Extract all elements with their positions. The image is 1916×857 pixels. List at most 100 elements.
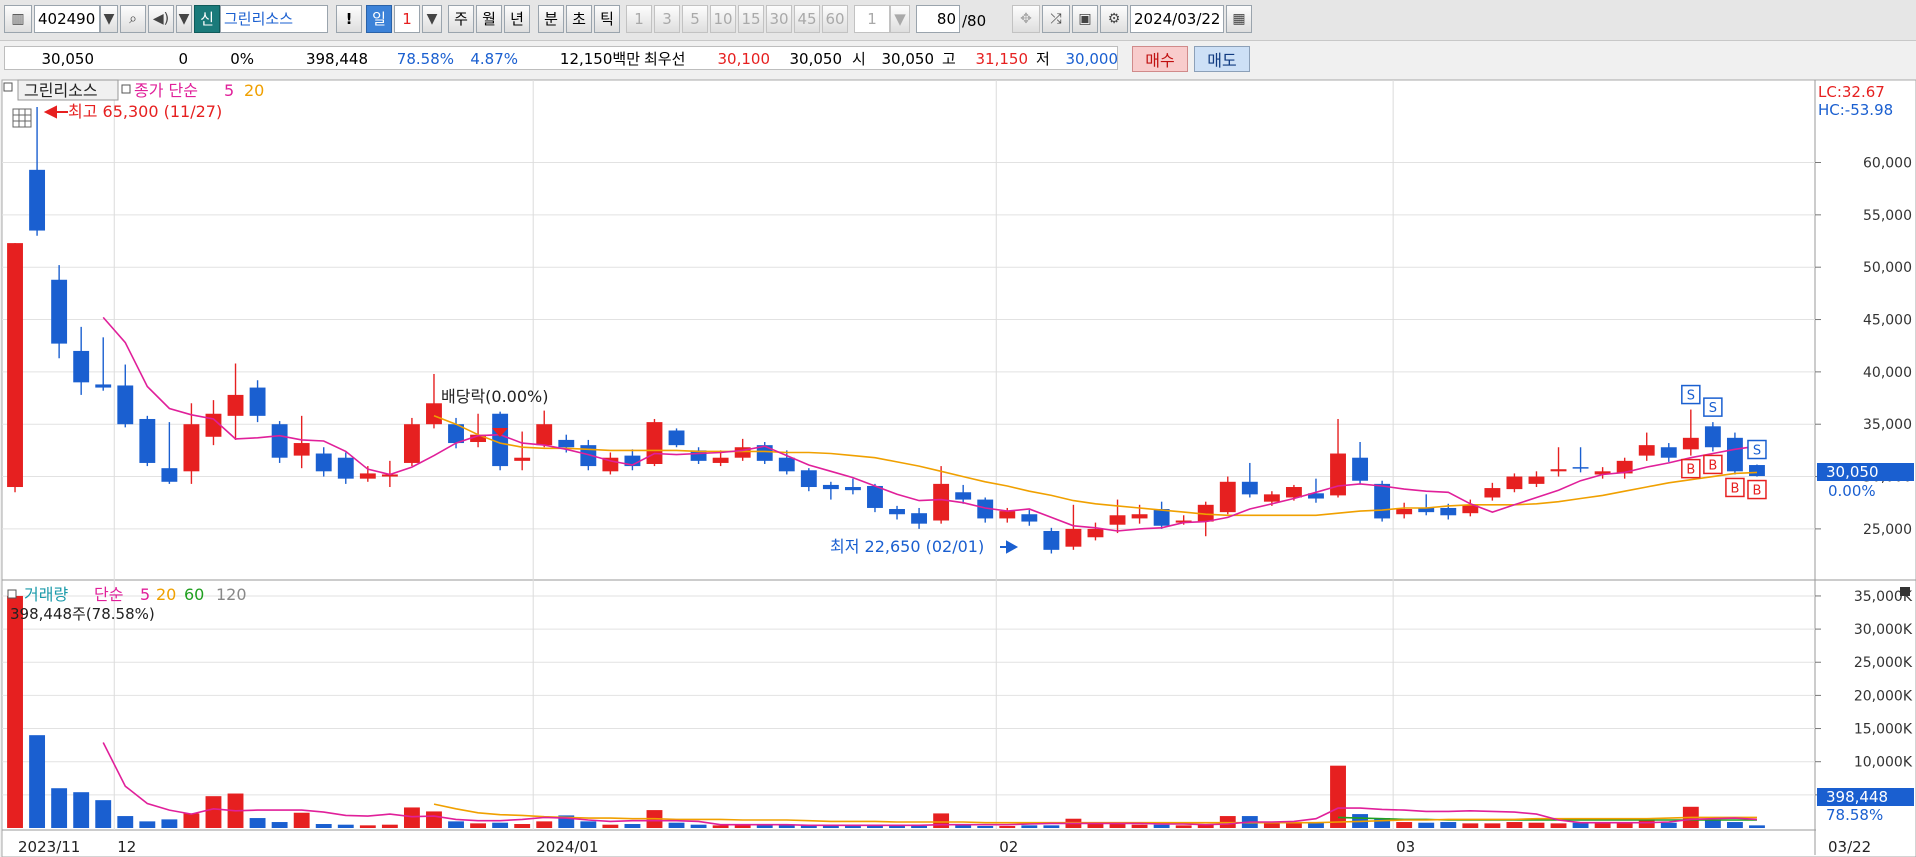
layout-icon[interactable]: ▥	[4, 5, 32, 33]
stock-code-input[interactable]: 402490	[34, 5, 100, 33]
candle[interactable]	[668, 430, 685, 446]
candle[interactable]	[249, 387, 266, 416]
stock-chart[interactable]: 25,00030,00035,00040,00045,00050,00055,0…	[0, 78, 1916, 857]
candle[interactable]	[1241, 481, 1258, 495]
period-month-button[interactable]: 월	[476, 5, 502, 33]
candle[interactable]	[933, 483, 950, 521]
candle[interactable]	[1285, 487, 1302, 498]
candle[interactable]	[1374, 483, 1391, 519]
candle[interactable]	[889, 509, 905, 515]
candle[interactable]	[800, 470, 817, 488]
candle[interactable]	[1263, 494, 1280, 502]
candle[interactable]	[117, 385, 134, 425]
period-value-input[interactable]: 1	[394, 5, 420, 33]
candle[interactable]	[293, 443, 310, 456]
candle[interactable]	[1550, 469, 1567, 472]
sell-button[interactable]: 매도	[1194, 46, 1250, 72]
candle[interactable]	[1682, 437, 1699, 450]
candle[interactable]	[403, 424, 420, 463]
period-tick-button[interactable]: 틱	[594, 5, 620, 33]
warning-button[interactable]: !	[336, 5, 362, 33]
gear-icon[interactable]: ⚙	[1100, 5, 1128, 33]
calendar-icon[interactable]: ▦	[1226, 5, 1252, 33]
candle[interactable]	[778, 457, 795, 472]
interval-button[interactable]: 15	[738, 5, 764, 33]
table-icon[interactable]	[12, 108, 32, 128]
interval-button[interactable]: 1	[626, 5, 652, 33]
candle[interactable]	[1021, 514, 1038, 522]
candle[interactable]	[359, 473, 376, 479]
interval-button[interactable]: 3	[654, 5, 680, 33]
candle[interactable]	[536, 424, 553, 446]
candle[interactable]	[1572, 467, 1589, 469]
candle[interactable]	[1131, 514, 1148, 519]
candle[interactable]	[1087, 528, 1104, 538]
candle[interactable]	[867, 485, 883, 508]
chevron-down-icon[interactable]: ▼	[100, 5, 118, 33]
candle[interactable]	[7, 243, 23, 488]
speaker-icon[interactable]: ◀)	[148, 5, 174, 33]
candle[interactable]	[911, 513, 928, 524]
volume-toggle-icon[interactable]	[7, 589, 17, 599]
candle[interactable]	[1660, 447, 1677, 458]
candle[interactable]	[1484, 488, 1501, 498]
candle[interactable]	[1065, 528, 1082, 547]
candle[interactable]	[161, 468, 178, 482]
candle[interactable]	[51, 279, 68, 344]
search-icon[interactable]: ⌕	[120, 5, 146, 33]
trend-tool-icon[interactable]: ⤮	[1042, 5, 1070, 33]
candle[interactable]	[1440, 507, 1457, 516]
candle[interactable]	[514, 457, 531, 461]
period-day-button[interactable]: 일	[366, 5, 392, 33]
candle[interactable]	[1043, 530, 1060, 550]
candle[interactable]	[227, 394, 244, 416]
candle[interactable]	[426, 403, 442, 425]
count-input[interactable]: 80	[916, 5, 960, 33]
crosshair-icon[interactable]: ✥	[1012, 5, 1040, 33]
candle[interactable]	[1749, 465, 1765, 477]
chevron-down-icon[interactable]: ▼	[422, 5, 442, 33]
interval-button[interactable]: 60	[822, 5, 848, 33]
buy-button[interactable]: 매수	[1132, 46, 1188, 72]
candle[interactable]	[1153, 509, 1170, 526]
stock-name-field[interactable]: 그린리소스	[220, 5, 328, 33]
candle[interactable]	[73, 350, 90, 383]
candle[interactable]	[1109, 515, 1126, 525]
chevron-down-icon[interactable]: ▼	[176, 5, 192, 33]
period-second-button[interactable]: 초	[566, 5, 592, 33]
candle[interactable]	[1638, 445, 1655, 456]
candle[interactable]	[1704, 426, 1721, 448]
candle[interactable]	[1506, 476, 1523, 490]
candle[interactable]	[492, 413, 509, 467]
candle[interactable]	[999, 511, 1016, 519]
candle[interactable]	[271, 424, 288, 458]
candle[interactable]	[337, 457, 354, 479]
candle[interactable]	[712, 457, 729, 463]
candle[interactable]	[139, 418, 156, 463]
close-panel-icon[interactable]	[1900, 587, 1910, 596]
period-year-button[interactable]: 년	[504, 5, 530, 33]
candle[interactable]	[844, 487, 861, 491]
period-minute-button[interactable]: 분	[538, 5, 564, 33]
candle[interactable]	[1396, 509, 1413, 515]
candle[interactable]	[1726, 437, 1743, 472]
candle[interactable]	[955, 492, 972, 500]
interval-button[interactable]: 30	[766, 5, 792, 33]
candle[interactable]	[315, 453, 332, 472]
ma-toggle-icon[interactable]	[121, 84, 131, 94]
interval-button[interactable]: 45	[794, 5, 820, 33]
candle[interactable]	[1528, 476, 1545, 484]
candle[interactable]	[646, 422, 663, 464]
candle[interactable]	[183, 424, 200, 472]
interval-button[interactable]: 5	[682, 5, 708, 33]
interval-input[interactable]: 1	[854, 5, 890, 33]
save-icon[interactable]: ▣	[1072, 5, 1098, 33]
chevron-down-icon[interactable]: ▼	[890, 5, 910, 33]
candle[interactable]	[1330, 453, 1346, 496]
interval-button[interactable]: 10	[710, 5, 736, 33]
panel-toggle-icon[interactable]	[3, 82, 13, 92]
candle[interactable]	[95, 384, 112, 388]
candle[interactable]	[29, 169, 46, 231]
date-input[interactable]: 2024/03/22	[1130, 5, 1224, 33]
candle[interactable]	[1352, 457, 1369, 481]
